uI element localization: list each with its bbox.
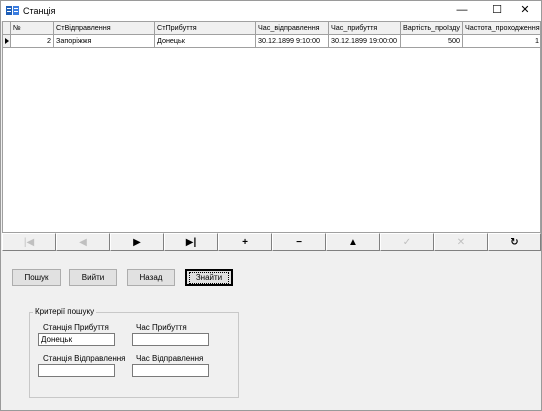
checkmark-icon: ✓ xyxy=(402,236,412,248)
departure-station-input[interactable] xyxy=(38,364,115,377)
back-button[interactable]: Назад xyxy=(127,269,175,286)
window-title: Станція xyxy=(23,6,56,16)
nav-delete-button[interactable]: − xyxy=(272,233,326,251)
cell-frequency[interactable]: 1 xyxy=(463,35,540,48)
row-pointer-icon xyxy=(5,38,9,44)
column-header-arrival-time[interactable]: Час_прибуття xyxy=(329,22,401,35)
stations-grid[interactable]: № СтВідправлення СтПрибуття Час_відправл… xyxy=(2,21,541,233)
nav-first-button[interactable]: |◀ xyxy=(2,233,56,251)
nav-cancel-button[interactable]: ✕ xyxy=(434,233,488,251)
search-button[interactable]: Пошук xyxy=(12,269,61,286)
main-window: Станція — ☐ ✕ № СтВідправлення СтПрибутт… xyxy=(0,0,542,411)
db-navigator: |◀ ◀ ▶ ▶| + − ▲ ✓ ✕ ↻ xyxy=(2,233,541,251)
departure-station-label: Станція Відправлення xyxy=(43,354,126,363)
column-header-departure-station[interactable]: СтВідправлення xyxy=(54,22,155,35)
cell-price[interactable]: 500 xyxy=(401,35,463,48)
find-button[interactable]: Знайти xyxy=(185,269,233,286)
column-header-frequency[interactable]: Частота_проходження xyxy=(463,22,540,35)
departure-time-label: Час Відправлення xyxy=(136,354,204,363)
grid-header-row: № СтВідправлення СтПрибуття Час_відправл… xyxy=(3,22,540,35)
prior-record-icon: ◀ xyxy=(79,236,87,248)
arrival-station-label: Станція Прибуття xyxy=(43,323,109,332)
title-bar: Станція — ☐ ✕ xyxy=(1,1,541,21)
triangle-up-icon: ▲ xyxy=(348,236,358,248)
nav-last-button[interactable]: ▶| xyxy=(164,233,218,251)
app-icon xyxy=(6,6,19,15)
table-row[interactable]: 2 Запоріжжя Донецьк 30.12.1899 9:10:00 3… xyxy=(3,35,540,48)
find-button-label: Знайти xyxy=(188,271,230,284)
nav-prior-button[interactable]: ◀ xyxy=(56,233,110,251)
refresh-icon: ↻ xyxy=(510,236,519,248)
arrival-station-input[interactable] xyxy=(38,333,115,346)
nav-refresh-button[interactable]: ↻ xyxy=(488,233,541,251)
next-record-icon: ▶ xyxy=(133,236,141,248)
minimize-button[interactable]: — xyxy=(446,1,478,21)
cell-departure-station[interactable]: Запоріжжя xyxy=(54,35,155,48)
cell-arrival-station[interactable]: Донецьк xyxy=(155,35,256,48)
cross-icon: ✕ xyxy=(456,236,466,248)
nav-edit-button[interactable]: ▲ xyxy=(326,233,380,251)
column-header-arrival-station[interactable]: СтПрибуття xyxy=(155,22,256,35)
search-criteria-title: Критерії пошуку xyxy=(33,307,97,316)
arrival-time-label: Час Прибуття xyxy=(136,323,187,332)
departure-time-input[interactable] xyxy=(132,364,209,377)
close-button[interactable]: ✕ xyxy=(509,1,541,21)
indicator-header xyxy=(3,22,11,35)
nav-post-button[interactable]: ✓ xyxy=(380,233,434,251)
row-indicator xyxy=(3,35,11,48)
column-header-price[interactable]: Вартість_проїзду xyxy=(401,22,463,35)
minus-icon: − xyxy=(296,236,302,248)
plus-icon: + xyxy=(242,236,248,248)
exit-button[interactable]: Вийти xyxy=(69,269,117,286)
cell-arrival-time[interactable]: 30.12.1899 19:00:00 xyxy=(329,35,401,48)
nav-insert-button[interactable]: + xyxy=(218,233,272,251)
cell-departure-time[interactable]: 30.12.1899 9:10:00 xyxy=(256,35,329,48)
nav-next-button[interactable]: ▶ xyxy=(110,233,164,251)
cell-number[interactable]: 2 xyxy=(11,35,54,48)
last-record-icon: ▶| xyxy=(185,236,197,248)
column-header-departure-time[interactable]: Час_відправлення xyxy=(256,22,329,35)
column-header-number[interactable]: № xyxy=(11,22,54,35)
first-record-icon: |◀ xyxy=(23,236,35,248)
arrival-time-input[interactable] xyxy=(132,333,209,346)
